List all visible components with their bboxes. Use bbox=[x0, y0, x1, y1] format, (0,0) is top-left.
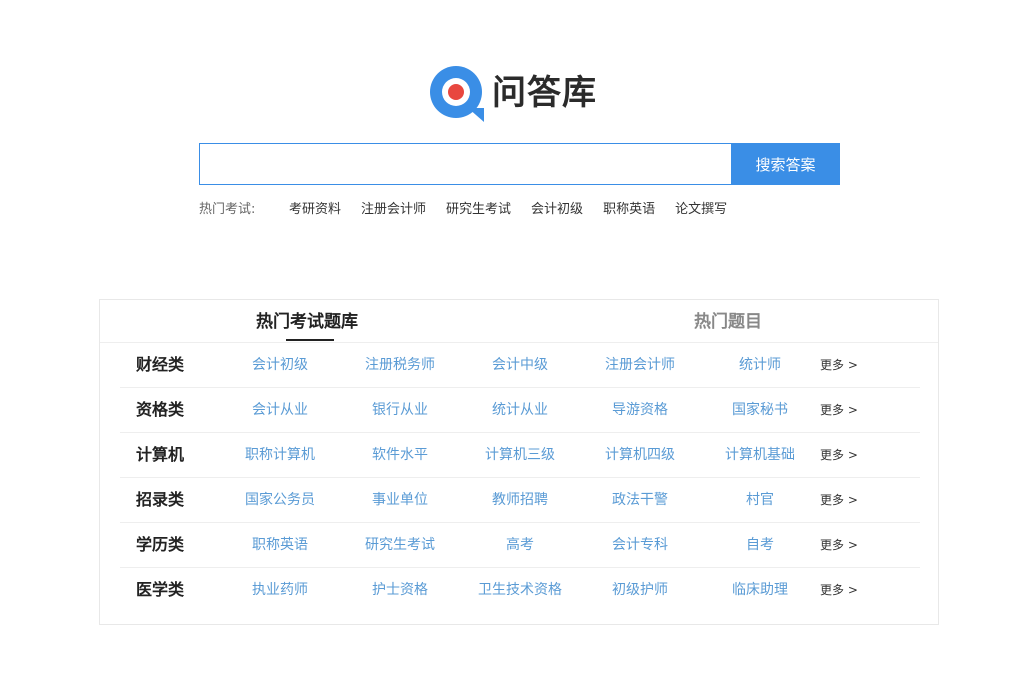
category-link[interactable]: 会计中级 bbox=[460, 343, 580, 387]
more-link[interactable]: 更多 > bbox=[820, 523, 858, 567]
category-link[interactable]: 注册会计师 bbox=[580, 343, 700, 387]
hot-exams-label: 热门考试: bbox=[199, 201, 256, 217]
category-link[interactable]: 注册税务师 bbox=[340, 343, 460, 387]
category-row: 财经类 会计初级 注册税务师 会计中级 注册会计师 统计师 更多 > bbox=[120, 343, 920, 388]
category-link[interactable]: 职称计算机 bbox=[220, 433, 340, 477]
hot-exam-link[interactable]: 考研资料 bbox=[289, 198, 341, 217]
category-link[interactable]: 会计从业 bbox=[220, 388, 340, 432]
category-link[interactable]: 研究生考试 bbox=[340, 523, 460, 567]
more-link[interactable]: 更多 > bbox=[820, 568, 858, 612]
category-link[interactable]: 教师招聘 bbox=[460, 478, 580, 522]
category-row: 计算机 职称计算机 软件水平 计算机三级 计算机四级 计算机基础 更多 > bbox=[120, 433, 920, 478]
category-row: 医学类 执业药师 护士资格 卫生技术资格 初级护师 临床助理 更多 > bbox=[120, 568, 920, 612]
search-box: 搜索答案 bbox=[199, 143, 840, 185]
hot-exam-link[interactable]: 研究生考试 bbox=[446, 198, 511, 217]
category-link[interactable]: 会计初级 bbox=[220, 343, 340, 387]
category-link[interactable]: 临床助理 bbox=[700, 568, 820, 612]
category-label: 资格类 bbox=[135, 400, 184, 419]
hot-exam-link[interactable]: 职称英语 bbox=[603, 198, 655, 217]
category-link[interactable]: 计算机三级 bbox=[460, 433, 580, 477]
category-list: 财经类 会计初级 注册税务师 会计中级 注册会计师 统计师 更多 > 资格类 会… bbox=[120, 343, 920, 612]
more-link[interactable]: 更多 > bbox=[820, 388, 858, 432]
active-tab-indicator bbox=[286, 339, 334, 341]
hot-exams-bar: 热门考试: 考研资料 注册会计师 研究生考试 会计初级 职称英语 论文撰写 bbox=[199, 196, 747, 218]
category-label: 招录类 bbox=[135, 490, 184, 509]
more-link[interactable]: 更多 > bbox=[820, 433, 858, 477]
category-link[interactable]: 计算机基础 bbox=[700, 433, 820, 477]
category-link[interactable]: 国家秘书 bbox=[700, 388, 820, 432]
category-link[interactable]: 会计专科 bbox=[580, 523, 700, 567]
category-row: 学历类 职称英语 研究生考试 高考 会计专科 自考 更多 > bbox=[120, 523, 920, 568]
category-link[interactable]: 导游资格 bbox=[580, 388, 700, 432]
hot-exam-link[interactable]: 会计初级 bbox=[531, 198, 583, 217]
category-label: 学历类 bbox=[135, 535, 184, 554]
category-link[interactable]: 卫生技术资格 bbox=[460, 568, 580, 612]
category-link[interactable]: 初级护师 bbox=[580, 568, 700, 612]
tab-hot-exam-banks[interactable]: 热门考试题库 bbox=[256, 300, 358, 342]
category-link[interactable]: 自考 bbox=[700, 523, 820, 567]
category-link[interactable]: 村官 bbox=[700, 478, 820, 522]
category-link[interactable]: 高考 bbox=[460, 523, 580, 567]
category-link[interactable]: 统计从业 bbox=[460, 388, 580, 432]
search-button[interactable]: 搜索答案 bbox=[731, 143, 840, 185]
category-link[interactable]: 事业单位 bbox=[340, 478, 460, 522]
category-link[interactable]: 银行从业 bbox=[340, 388, 460, 432]
category-link[interactable]: 职称英语 bbox=[220, 523, 340, 567]
hot-exam-link[interactable]: 论文撰写 bbox=[675, 198, 727, 217]
category-row: 资格类 会计从业 银行从业 统计从业 导游资格 国家秘书 更多 > bbox=[120, 388, 920, 433]
exam-bank-panel: 热门考试题库 热门题目 财经类 会计初级 注册税务师 会计中级 注册会计师 统计… bbox=[99, 299, 939, 625]
search-input[interactable] bbox=[199, 143, 731, 185]
logo-text: 问答库 bbox=[492, 73, 597, 113]
category-link[interactable]: 统计师 bbox=[700, 343, 820, 387]
tab-hot-questions[interactable]: 热门题目 bbox=[694, 300, 762, 342]
site-logo[interactable]: 问答库 bbox=[428, 64, 597, 122]
category-link[interactable]: 护士资格 bbox=[340, 568, 460, 612]
more-link[interactable]: 更多 > bbox=[820, 478, 858, 522]
category-link[interactable]: 软件水平 bbox=[340, 433, 460, 477]
category-link[interactable]: 执业药师 bbox=[220, 568, 340, 612]
category-label: 医学类 bbox=[135, 580, 184, 599]
category-link[interactable]: 计算机四级 bbox=[580, 433, 700, 477]
category-row: 招录类 国家公务员 事业单位 教师招聘 政法干警 村官 更多 > bbox=[120, 478, 920, 523]
logo-q-icon bbox=[430, 66, 484, 122]
more-link[interactable]: 更多 > bbox=[820, 343, 858, 387]
category-link[interactable]: 国家公务员 bbox=[220, 478, 340, 522]
category-label: 计算机 bbox=[135, 445, 184, 464]
panel-tabs: 热门考试题库 热门题目 bbox=[100, 300, 938, 343]
category-label: 财经类 bbox=[135, 355, 184, 374]
hot-exam-link[interactable]: 注册会计师 bbox=[361, 198, 426, 217]
category-link[interactable]: 政法干警 bbox=[580, 478, 700, 522]
